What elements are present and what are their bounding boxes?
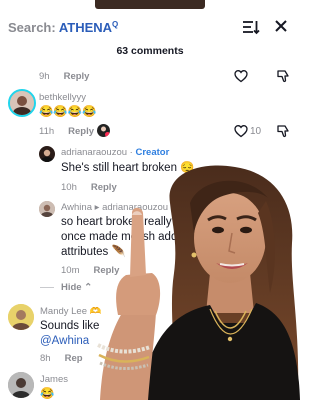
comments-count: 63 comments <box>116 45 184 57</box>
heart-icon[interactable] <box>234 69 248 83</box>
comment-time: 11h <box>39 126 55 137</box>
avatar[interactable] <box>8 372 34 398</box>
avatar[interactable] <box>8 89 36 117</box>
avatar[interactable] <box>39 201 55 217</box>
comments-screen: Search: ATHENAQ 63 comments 9h Reply beth… <box>0 0 300 400</box>
comment-time: 8h <box>40 353 51 364</box>
search-icon: Q <box>112 20 119 29</box>
comment-meta: 11h Reply <box>39 126 94 137</box>
reply-button[interactable]: Reply <box>64 71 90 82</box>
search-prefix: Search: <box>8 20 59 35</box>
avatar-image <box>39 201 55 217</box>
comment-text: 😂😂😂😂 <box>39 106 97 118</box>
comment-username[interactable]: adrianaraouzou <box>61 147 127 158</box>
comment-username-row: adrianaraouzou · Creator <box>61 147 169 158</box>
creator-badge: Creator <box>135 147 170 158</box>
heart-icon[interactable] <box>234 124 248 138</box>
close-icon[interactable] <box>272 17 290 35</box>
video-preview-strip <box>95 0 205 9</box>
like-count: 10 <box>250 126 262 137</box>
avatar[interactable] <box>8 304 34 330</box>
sort-icon[interactable] <box>242 19 260 35</box>
dislike-icon[interactable] <box>276 124 290 138</box>
dislike-icon[interactable] <box>276 69 290 83</box>
hide-divider <box>40 287 54 288</box>
reply-button[interactable]: Reply <box>68 126 94 137</box>
creator-overlay-photo <box>97 165 300 400</box>
avatar[interactable] <box>39 146 55 162</box>
comment-text: 😂 <box>40 388 55 400</box>
search-label[interactable]: Search: ATHENAQ <box>8 20 118 35</box>
avatar-image <box>8 304 34 330</box>
search-term[interactable]: ATHENA <box>59 20 112 35</box>
avatar-image <box>10 91 34 115</box>
comments-header: Search: ATHENAQ <box>0 9 300 45</box>
comment-username[interactable]: bethkellyyy <box>39 92 86 103</box>
comment-username[interactable]: James <box>40 374 68 385</box>
creator-liked-avatar <box>97 124 110 137</box>
avatar-image <box>8 372 34 398</box>
creator-liked-icon <box>101 126 110 137</box>
comment-time: 9h <box>39 71 50 82</box>
avatar-image <box>41 149 53 162</box>
comment-meta: 9h Reply <box>39 71 89 82</box>
